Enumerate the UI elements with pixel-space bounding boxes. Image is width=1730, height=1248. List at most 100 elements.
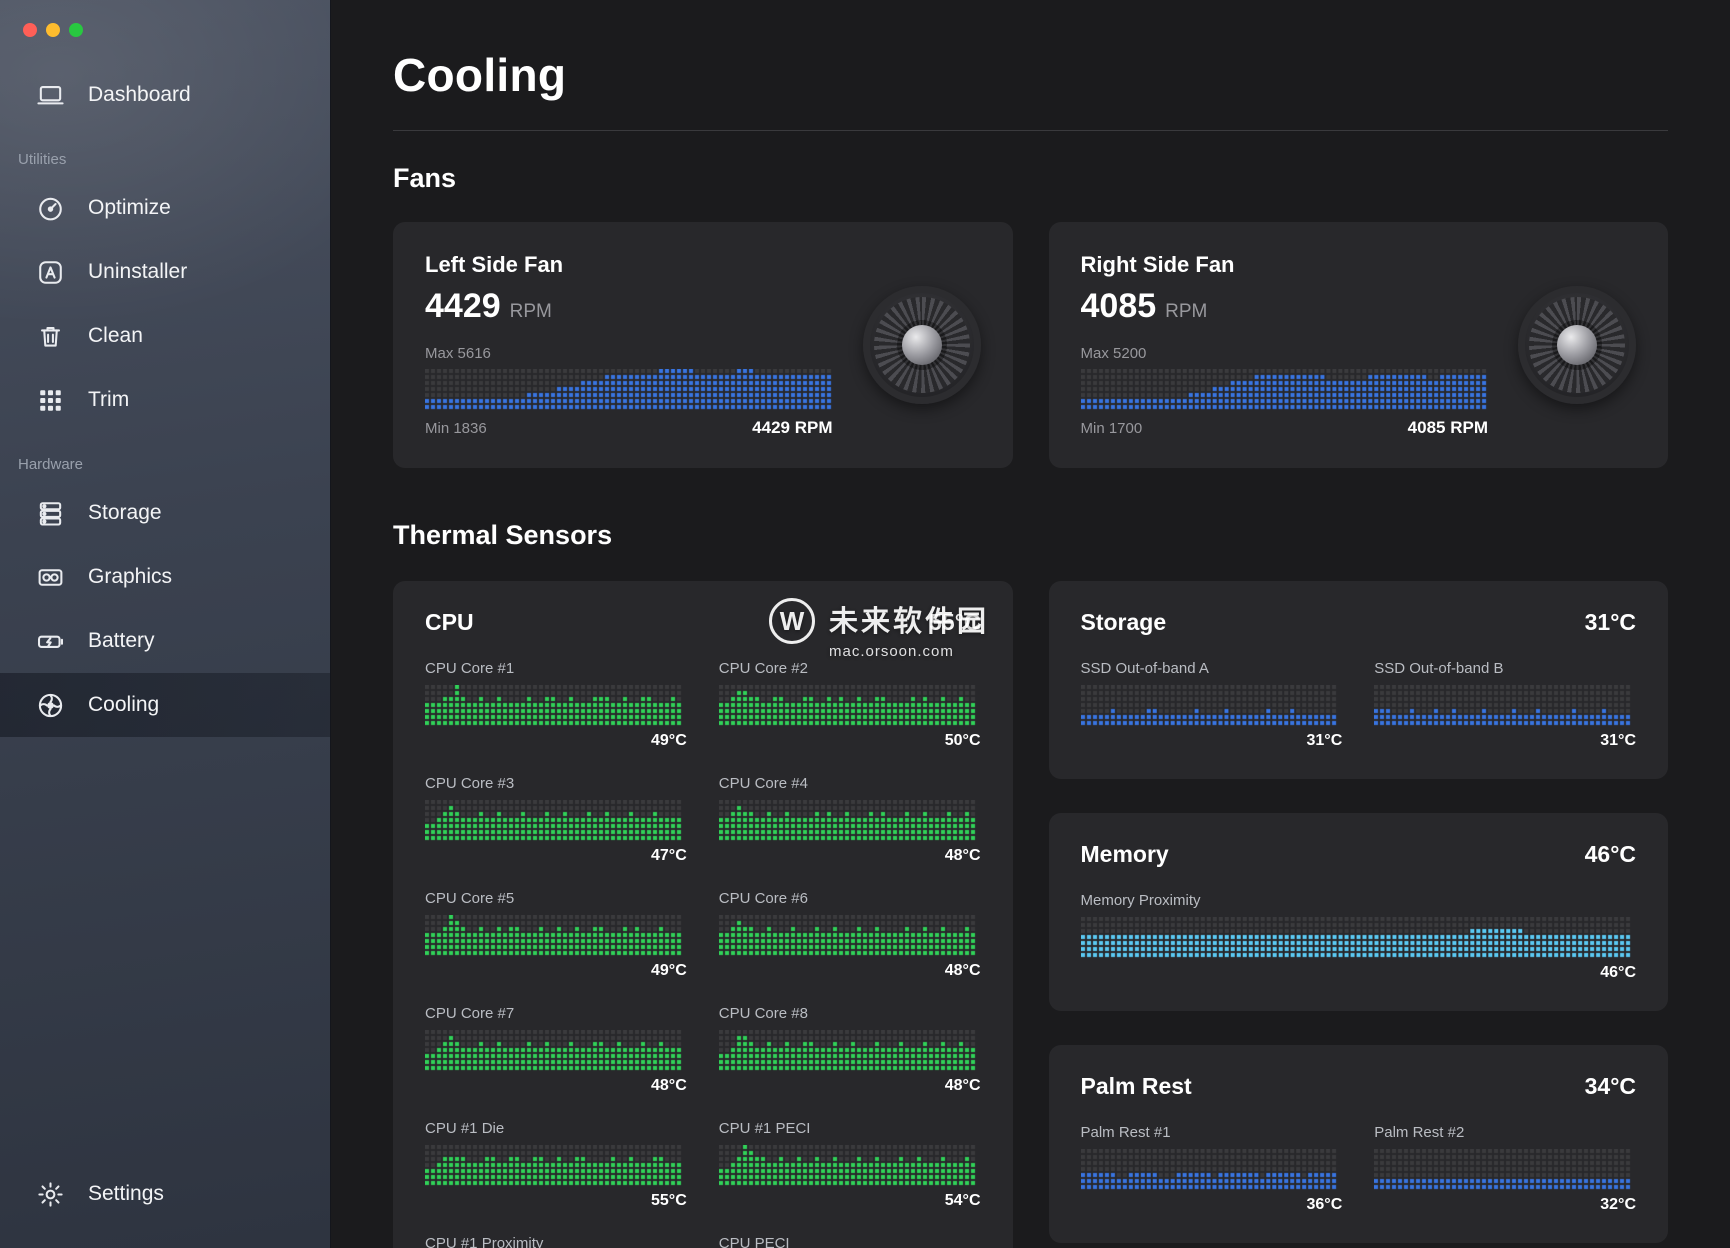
thermal-sensor: CPU #1 PECI 54°C [719,1120,981,1211]
sensor-temp: 48°C [425,1077,687,1096]
battery-icon [34,625,66,657]
thermal-card-title: Palm Rest [1081,1073,1192,1100]
dot-matrix-chart [425,800,687,842]
fan-card: Right Side Fan 4085RPM Max 5200 Min 1700408… [1049,222,1669,468]
sidebar-item-label: Optimize [88,196,171,220]
thermal-heading: Thermal Sensors [393,520,1668,551]
thermal-card-storage: Storage31°CSSD Out-of-band A31°CSSD Out-… [1049,581,1669,779]
uninstaller-icon [34,256,66,288]
dot-matrix-chart [425,685,687,727]
thermal-card-temp: 34°C [1585,1073,1636,1100]
dot-matrix-chart [1081,369,1489,411]
thermal-sensor: Palm Rest #136°C [1081,1124,1343,1215]
sensor-label: SSD Out-of-band A [1081,660,1343,677]
thermal-card-sensor-grid: Palm Rest #136°CPalm Rest #232°C [1081,1124,1637,1215]
sensor-label: SSD Out-of-band B [1374,660,1636,677]
fan-icon [34,689,66,721]
fan-card: Left Side Fan4429RPMMax 5616Min 18364429… [393,222,1013,468]
sidebar: Dashboard Utilities Optimize Uninstaller Cle… [0,0,331,1248]
sensor-temp: 48°C [719,847,981,866]
thermal-right-column: Storage31°CSSD Out-of-band A31°CSSD Out-… [1049,581,1669,1243]
thermal-sensor: CPU Core #347°C [425,775,687,866]
fan-max-label: Max 5616 [425,345,833,362]
sensor-label: CPU Core #7 [425,1005,687,1022]
sidebar-item-battery[interactable]: Battery [0,609,330,673]
sidebar-item-clean[interactable]: Clean [0,304,330,368]
dot-matrix-chart [719,1030,981,1072]
dot-matrix-chart [1374,1149,1636,1191]
fan-hub [902,325,942,365]
sidebar-footer: Settings [0,1162,330,1226]
sidebar-item-storage[interactable]: Storage [0,481,330,545]
fan-hub [1557,325,1597,365]
cpu-card-temp: 55°C [929,609,980,636]
sidebar-item-optimize[interactable]: Optimize [0,176,330,240]
fan-max-label: Max 5200 [1081,345,1489,362]
thermal-card-header: Memory 46°C [1081,841,1637,868]
thermal-card-temp: 46°C [1585,841,1636,868]
thermal-sensor: CPU PECI [719,1235,981,1248]
sidebar-item-uninstaller[interactable]: Uninstaller [0,240,330,304]
fan-current-rpm: 4085 RPM [1408,418,1488,438]
fan-outer-ring [863,286,981,404]
dot-matrix-chart [719,915,981,957]
close-window-button[interactable] [23,23,37,37]
dot-matrix-chart [1081,917,1637,959]
thermal-card-title: Memory [1081,841,1169,868]
thermal-card-header: Storage31°C [1081,609,1637,636]
sensor-temp: 47°C [425,847,687,866]
fan-name: Right Side Fan [1081,252,1489,278]
fan-rpm-row: 4085RPM [1081,287,1489,326]
thermal-sensor: CPU #1 Die 55°C [425,1120,687,1211]
zoom-window-button[interactable] [69,23,83,37]
sensor-label: Palm Rest #1 [1081,1124,1343,1141]
dot-matrix-chart [1374,685,1636,727]
sensor-temp: 49°C [425,732,687,751]
fan-chart-footer: Min 17004085 RPM [1081,418,1489,438]
sidebar-section-label: Utilities [18,151,330,168]
page-title: Cooling [393,48,1668,102]
dot-matrix-chart [1081,685,1343,727]
fan-outer-ring [1518,286,1636,404]
sidebar-item-trim[interactable]: Trim [0,368,330,432]
sidebar-item-graphics[interactable]: Graphics [0,545,330,609]
sensor-label: CPU Core #6 [719,890,981,907]
fan-chart-footer: Min 18364429 RPM [425,418,833,438]
dot-matrix-chart [1081,1149,1343,1191]
laptop-icon [34,79,66,111]
thermal-sensor: CPU Core #7 48°C [425,1005,687,1096]
sensor-temp: 55°C [425,1192,687,1211]
sensor-temp: 48°C [719,962,981,981]
thermal-card-sensor-grid: SSD Out-of-band A 31°C SSD Out-of-band B31… [1081,660,1637,751]
thermal-sensor: SSD Out-of-band A 31°C [1081,660,1343,751]
main-content: Cooling Fans Left Side Fan4429RPMMax 561… [331,0,1730,1248]
sidebar-item-dashboard[interactable]: Dashboard [0,63,330,127]
sidebar-item-label: Clean [88,324,143,348]
fan-cards: Left Side Fan4429RPMMax 5616Min 18364429… [393,222,1668,468]
sidebar-item-cooling[interactable]: Cooling [0,673,330,737]
fan-graphic [863,286,981,404]
thermal-card-header: Palm Rest 34°C [1081,1073,1637,1100]
sensor-label: CPU #1 PECI [719,1120,981,1137]
sidebar-item-label: Storage [88,501,162,525]
sensor-temp: 50°C [719,732,981,751]
sensor-temp: 31°C [1081,732,1343,751]
cpu-card: CPU 55°C CPU Core #149°CCPU Core #250°CC… [393,581,1013,1248]
dot-matrix-chart [719,685,981,727]
fan-rpm-unit: RPM [1165,301,1207,323]
sensor-label: CPU #1 Die [425,1120,687,1137]
thermal-sensor: SSD Out-of-band B31°C [1374,660,1636,751]
sensor-label: CPU #1 Proximity [425,1235,687,1248]
sensor-label: CPU Core #1 [425,660,687,677]
dot-matrix-chart [425,915,687,957]
fan-rpm-unit: RPM [510,301,552,323]
divider [393,130,1668,131]
sensor-temp: 54°C [719,1192,981,1211]
dot-matrix-chart [425,1030,687,1072]
thermal-sensor: CPU Core #250°C [719,660,981,751]
fan-current-rpm: 4429 RPM [752,418,832,438]
sidebar-item-label: Trim [88,388,129,412]
minimize-window-button[interactable] [46,23,60,37]
window-controls [0,0,330,37]
sidebar-item-settings[interactable]: Settings [0,1162,330,1226]
